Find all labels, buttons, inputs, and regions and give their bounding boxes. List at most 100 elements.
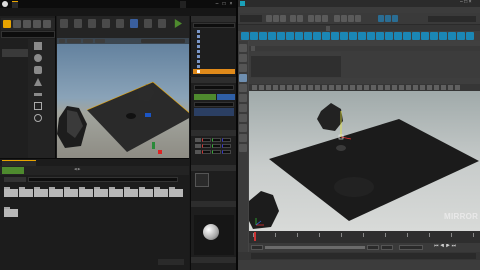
- folder-item[interactable]: [64, 187, 78, 197]
- viewport-tool-icon[interactable]: [301, 85, 306, 90]
- shelf-tool-icon[interactable]: [376, 32, 384, 40]
- filters-button[interactable]: [4, 177, 26, 182]
- layout-outliner-icon[interactable]: [239, 144, 247, 152]
- sphere-item[interactable]: [30, 53, 52, 63]
- ue-viewport[interactable]: [57, 38, 189, 158]
- view-options-button[interactable]: [158, 259, 184, 265]
- select-object-icon[interactable]: [315, 15, 321, 22]
- shelf-tool-icon[interactable]: [448, 32, 456, 40]
- search-assets-input[interactable]: [28, 177, 178, 182]
- scale-x-field[interactable]: [202, 150, 211, 154]
- shelf-tool-icon[interactable]: [304, 32, 312, 40]
- snap-point-icon[interactable]: [348, 15, 354, 22]
- range-start-field[interactable]: [251, 245, 263, 250]
- geometry-mode-icon[interactable]: [43, 20, 51, 28]
- last-tool-icon[interactable]: [239, 104, 247, 112]
- transform-section[interactable]: [191, 130, 237, 136]
- mode-category[interactable]: [2, 85, 28, 93]
- folder-item[interactable]: [4, 187, 18, 197]
- folder-item[interactable]: [154, 187, 168, 197]
- location-x-field[interactable]: [202, 138, 211, 142]
- scale-tool-icon[interactable]: [239, 94, 247, 102]
- shelf-tool-icon[interactable]: [250, 32, 258, 40]
- cube-item[interactable]: [30, 41, 52, 51]
- cylinder-item[interactable]: [30, 65, 52, 75]
- paint-select-icon[interactable]: [239, 64, 247, 72]
- shelf-tool-icon[interactable]: [358, 32, 366, 40]
- components-search-input[interactable]: [194, 102, 234, 107]
- folder-item[interactable]: [139, 187, 153, 197]
- mode-category[interactable]: [2, 67, 28, 75]
- folder-item[interactable]: [49, 187, 63, 197]
- maximize-icon[interactable]: □: [221, 1, 227, 7]
- shelf-tool-icon[interactable]: [394, 32, 402, 40]
- tab-level[interactable]: [12, 1, 18, 8]
- settings-button[interactable]: [114, 18, 126, 36]
- materials-section[interactable]: [191, 201, 237, 207]
- layout-four-icon[interactable]: [239, 124, 247, 132]
- foliage-mode-icon[interactable]: [33, 20, 41, 28]
- static-mesh-section[interactable]: [191, 165, 237, 171]
- add-component-button[interactable]: [194, 94, 216, 100]
- select-tool-icon[interactable]: [239, 44, 247, 52]
- close-icon[interactable]: ×: [228, 1, 234, 7]
- play-button[interactable]: [172, 18, 184, 36]
- time-slider[interactable]: [249, 231, 480, 243]
- viewport-tool-icon[interactable]: [420, 85, 425, 90]
- paint-mode-icon[interactable]: [13, 20, 21, 28]
- shelf-tool-icon[interactable]: [421, 32, 429, 40]
- command-input[interactable]: [251, 253, 476, 259]
- shelf-tool-icon[interactable]: [322, 32, 330, 40]
- editor-tab[interactable]: [299, 46, 303, 51]
- folder-item[interactable]: [34, 187, 48, 197]
- open-scene-icon[interactable]: [273, 15, 279, 22]
- outliner-search-input[interactable]: [193, 23, 235, 28]
- viewport-tool-icon[interactable]: [399, 85, 404, 90]
- folder-item[interactable]: [4, 207, 18, 217]
- minimize-icon[interactable]: –: [214, 1, 220, 7]
- anim-end-field[interactable]: [381, 245, 393, 250]
- editor-tab[interactable]: [315, 46, 319, 51]
- scale-y-field[interactable]: [212, 150, 221, 154]
- viewport-tool-icon[interactable]: [308, 85, 313, 90]
- shelf-tool-icon[interactable]: [241, 32, 249, 40]
- component-tree[interactable]: [194, 108, 234, 116]
- scale-z-field[interactable]: [222, 150, 231, 154]
- add-new-button[interactable]: [2, 167, 24, 174]
- viewport-tool-icon[interactable]: [385, 85, 390, 90]
- redo-icon[interactable]: [297, 15, 303, 22]
- mode-category[interactable]: [2, 94, 28, 102]
- select-hierarchy-icon[interactable]: [308, 15, 314, 22]
- viewport-tool-icon[interactable]: [322, 85, 327, 90]
- folder-item[interactable]: [79, 187, 93, 197]
- new-scene-icon[interactable]: [266, 15, 272, 22]
- shelf-tool-icon[interactable]: [340, 32, 348, 40]
- viewport-tool-icon[interactable]: [315, 85, 320, 90]
- render-settings-icon[interactable]: [392, 15, 398, 22]
- viewport-tool-icon[interactable]: [266, 85, 271, 90]
- table-row[interactable]: [251, 72, 341, 76]
- snap-curve-icon[interactable]: [341, 15, 347, 22]
- shelf-tool-icon[interactable]: [457, 32, 465, 40]
- folder-item[interactable]: [19, 187, 33, 197]
- blueprint-script-button[interactable]: [217, 94, 235, 100]
- viewport-tool-icon[interactable]: [406, 85, 411, 90]
- shelf-tool-icon[interactable]: [295, 32, 303, 40]
- fps-dropdown[interactable]: [399, 245, 423, 250]
- viewport-tool-icon[interactable]: [371, 85, 376, 90]
- place-mode-icon[interactable]: [3, 20, 11, 28]
- command-language-toggle[interactable]: [240, 253, 250, 259]
- viewport-tool-icon[interactable]: [329, 85, 334, 90]
- viewport-tool-icon[interactable]: [350, 85, 355, 90]
- layout-single-icon[interactable]: [239, 114, 247, 122]
- undo-icon[interactable]: [290, 15, 296, 22]
- shelf-tool-icon[interactable]: [268, 32, 276, 40]
- shelf-tool-icon[interactable]: [412, 32, 420, 40]
- layout-side-icon[interactable]: [239, 134, 247, 142]
- playback-controls-icon[interactable]: ⏮ ◀ ▶ ⏭: [434, 244, 456, 249]
- viewport-tool-icon[interactable]: [336, 85, 341, 90]
- mesh-thumbnail[interactable]: [195, 173, 209, 187]
- content-button[interactable]: [86, 18, 98, 36]
- viewport-tool-icon[interactable]: [357, 85, 362, 90]
- name-field[interactable]: [428, 16, 476, 22]
